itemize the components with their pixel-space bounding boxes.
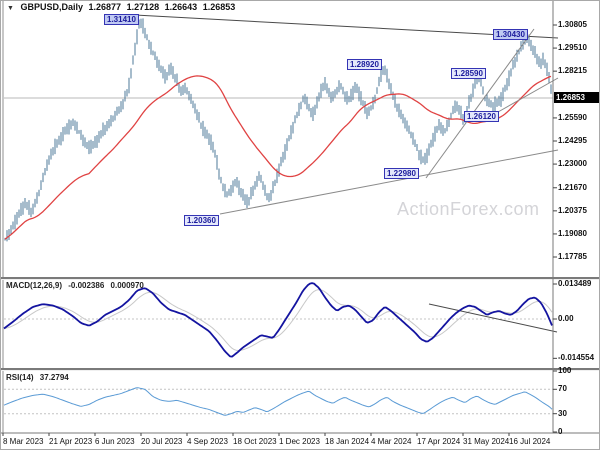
price-annotation[interactable]: 1.30430 [493,29,528,40]
ohlc-open: 1.26877 [88,2,122,12]
current-price-tag: 1.26853 [554,92,599,103]
price-annotation[interactable]: 1.31410 [104,14,139,25]
x-axis-date-label: 21 Apr 2023 [49,437,93,446]
chart-canvas[interactable] [1,1,600,450]
chart-title-bar: ▼ GBPUSD,Daily 1.26877 1.27128 1.26643 1… [7,2,238,12]
x-axis-date-label: 16 Jul 2024 [509,437,551,446]
ohlc-close: 1.26853 [202,2,236,12]
price-axis-label: 1.29510 [558,43,587,53]
x-axis-date-label: 20 Jul 2023 [141,437,183,446]
x-axis-date-label: 31 May 2024 [463,437,510,446]
x-axis-date-label: 1 Dec 2023 [279,437,320,446]
price-axis-label: 1.24295 [558,136,587,145]
macd-axis-label: 0.00 [558,314,574,323]
price-annotation[interactable]: 1.28590 [451,68,486,79]
price-axis-label: 1.21670 [558,182,587,192]
x-axis-date-label: 17 Apr 2024 [417,437,461,446]
macd-name: MACD(12,26,9) [6,281,63,290]
price-annotation[interactable]: 1.26120 [464,111,499,122]
price-axis-label: 1.23000 [558,159,587,169]
ohlc-low: 1.26643 [164,2,198,12]
price-annotation[interactable]: 1.28920 [347,59,382,70]
macd-axis-label: -0.014554 [558,353,595,363]
price-axis-label: 1.28215 [558,66,587,76]
x-axis-date-label: 6 Jun 2023 [95,437,135,446]
price-axis-label: 1.30805 [558,20,587,29]
x-axis-date-label: 18 Jan 2024 [325,437,370,446]
price-axis-label: 1.20375 [558,205,587,215]
price-annotation[interactable]: 1.20360 [184,215,219,226]
x-axis-date-label: 18 Oct 2023 [233,437,277,446]
x-axis-date-label: 4 Sep 2023 [187,437,228,446]
ohlc-high: 1.27128 [126,2,160,12]
price-annotation[interactable]: 1.22980 [384,168,419,179]
rsi-indicator-label: RSI(14) 37.2794 [6,373,73,382]
rsi-axis-label: 0 [558,427,563,436]
price-axis-label: 1.17785 [558,252,587,261]
price-axis-label: 1.25590 [558,112,587,122]
rsi-name: RSI(14) [6,373,34,382]
rsi-axis-label: 30 [558,408,567,418]
x-axis-date-label: 4 Mar 2024 [371,437,412,446]
rsi-axis-label: 70 [558,384,567,394]
price-axis-label: 1.19080 [558,228,587,238]
symbol-timeframe-label: GBPUSD,Daily [20,2,83,12]
rsi-axis-label: 100 [558,366,572,375]
x-axis-date-label: 8 Mar 2023 [3,437,44,446]
macd-signal-value: 0.000970 [110,281,144,290]
collapse-chart-icon[interactable]: ▼ [7,5,14,12]
macd-main-value: -0.002386 [68,281,105,290]
macd-axis-label: 0.013489 [558,279,592,288]
macd-indicator-label: MACD(12,26,9) -0.002386 0.000970 [6,281,148,290]
trading-chart-window: ActionForex.com ▼ GBPUSD,Daily 1.26877 1… [0,0,600,450]
rsi-value: 37.2794 [39,373,69,382]
